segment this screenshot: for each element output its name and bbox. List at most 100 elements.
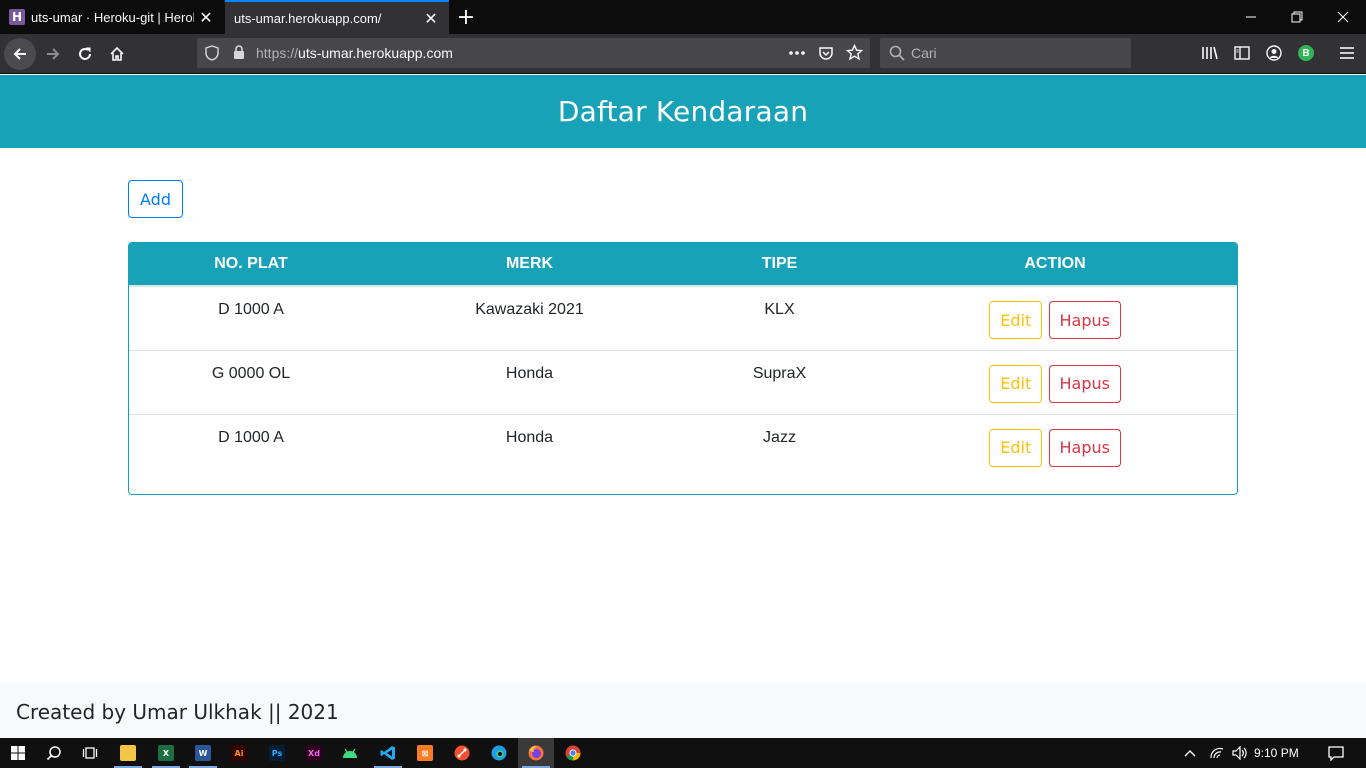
chevron-up-icon	[1184, 750, 1196, 757]
firefox-icon	[528, 745, 544, 761]
delete-button[interactable]: Hapus	[1048, 301, 1121, 339]
heroku-icon: H	[9, 9, 25, 25]
taskbar-app-xampp[interactable]: ⊠	[407, 738, 443, 768]
arrow-right-icon	[47, 48, 60, 60]
close-icon	[1337, 11, 1349, 23]
edit-button[interactable]: Edit	[989, 301, 1043, 339]
navigation-toolbar: https://uts-umar.herokuapp.com Cari B	[0, 34, 1366, 74]
tipe-cell: KLX	[764, 301, 795, 318]
minimize-icon	[1246, 16, 1256, 18]
taskbar-app-edge[interactable]	[481, 738, 517, 768]
account-icon	[1266, 45, 1282, 61]
reload-button[interactable]	[69, 38, 101, 70]
sidebar-button[interactable]	[1231, 42, 1253, 64]
plat-cell: D 1000 A	[218, 428, 284, 446]
merk-cell: Honda	[505, 428, 554, 446]
action-cell: Edit Hapus	[873, 350, 1237, 414]
start-button[interactable]	[0, 738, 36, 768]
search-bar[interactable]: Cari	[880, 38, 1131, 68]
show-hidden-icons-button[interactable]	[1176, 738, 1204, 768]
illustrator-icon: Ai	[231, 745, 247, 761]
network-button[interactable]	[1204, 738, 1230, 768]
shield-icon[interactable]	[205, 45, 219, 61]
url-bar[interactable]: https://uts-umar.herokuapp.com	[197, 38, 870, 68]
arrow-left-icon	[13, 48, 26, 60]
taskbar-app-illustrator[interactable]: Ai	[221, 738, 257, 768]
action-center-button[interactable]	[1318, 738, 1354, 768]
profile-avatar-icon: B	[1298, 45, 1314, 61]
table-row: D 1000 A Kawazaki 2021 KLX Edit Hapus	[129, 286, 1237, 350]
url-text: https://uts-umar.herokuapp.com	[256, 45, 453, 61]
page-header: Daftar Kendaraan	[0, 75, 1366, 148]
edit-button[interactable]: Edit	[989, 364, 1043, 403]
footer-text: Created by Umar Ulkhak || 2021	[16, 700, 339, 724]
profile-extension-button[interactable]: B	[1295, 42, 1317, 64]
taskbar-clock[interactable]: 9:10 PM	[1254, 746, 1299, 760]
close-tab-icon[interactable]: ✕	[419, 6, 443, 30]
android-icon	[343, 748, 357, 758]
taskbar-app-chrome[interactable]	[555, 738, 591, 768]
wifi-icon	[1210, 747, 1224, 759]
account-button[interactable]	[1263, 42, 1285, 64]
tab-heroku[interactable]: H uts-umar · Heroku-git | Heroku ✕	[0, 0, 224, 34]
vscode-icon	[380, 746, 395, 760]
plat-cell: G 0000 OL	[211, 364, 291, 382]
bookmark-star-icon[interactable]	[846, 44, 863, 61]
git-icon	[454, 745, 470, 761]
close-window-button[interactable]	[1320, 0, 1366, 34]
restore-button[interactable]	[1274, 0, 1320, 34]
taskbar-search-button[interactable]	[36, 738, 72, 768]
photoshop-icon: Ps	[269, 745, 285, 761]
library-icon	[1202, 46, 1218, 60]
search-icon	[46, 746, 61, 761]
taskbar-app-firefox[interactable]	[518, 738, 554, 768]
lock-icon[interactable]	[233, 45, 245, 60]
taskbar-app-vscode[interactable]	[370, 738, 406, 768]
merk-cell: Kawazaki 2021	[475, 301, 584, 318]
table-row: G 0000 OL Honda SupraX Edit Hapus	[129, 350, 1237, 414]
minimize-button[interactable]	[1228, 0, 1274, 34]
notification-icon	[1328, 746, 1344, 761]
forward-button[interactable]	[37, 38, 69, 70]
tab-app[interactable]: uts-umar.herokuapp.com/ ✕	[225, 0, 449, 34]
restore-icon	[1291, 11, 1303, 23]
menu-button[interactable]	[1336, 42, 1358, 64]
more-actions-icon[interactable]	[789, 50, 805, 56]
library-button[interactable]	[1199, 42, 1221, 64]
close-tab-icon[interactable]: ✕	[194, 5, 218, 29]
xampp-icon: ⊠	[417, 745, 433, 761]
edge-icon	[491, 745, 507, 761]
volume-button[interactable]	[1228, 738, 1252, 768]
task-view-icon	[82, 747, 98, 759]
taskbar-app-word[interactable]: W	[185, 738, 221, 768]
taskbar-app-file-explorer[interactable]	[110, 738, 146, 768]
column-header-plat: NO. PLAT	[129, 243, 373, 287]
column-header-merk: MERK	[373, 243, 686, 287]
taskbar-app-excel[interactable]: X	[148, 738, 184, 768]
windows-logo-icon	[11, 746, 25, 760]
chrome-icon	[565, 745, 581, 761]
tipe-cell: SupraX	[752, 364, 807, 382]
vehicle-table: NO. PLAT MERK TIPE ACTION D 1000 A Kawaz…	[128, 242, 1238, 495]
table-header-row: NO. PLAT MERK TIPE ACTION	[129, 243, 1237, 287]
taskbar-app-photoshop[interactable]: Ps	[259, 738, 295, 768]
page-title: Daftar Kendaraan	[557, 95, 809, 128]
folder-icon	[120, 745, 136, 761]
taskbar-app-git[interactable]	[444, 738, 480, 768]
taskbar-app-android-studio[interactable]	[332, 738, 368, 768]
delete-button[interactable]: Hapus	[1048, 364, 1121, 403]
tab-title: uts-umar.herokuapp.com/	[234, 10, 382, 26]
add-button[interactable]: Add	[128, 180, 183, 218]
back-button[interactable]	[4, 38, 36, 70]
task-view-button[interactable]	[72, 738, 108, 768]
tab-title: uts-umar · Heroku-git | Heroku	[31, 9, 194, 25]
tipe-cell: Jazz	[763, 428, 796, 446]
new-tab-button[interactable]: +	[452, 4, 480, 30]
speaker-icon	[1232, 746, 1247, 760]
taskbar-app-xd[interactable]: Xd	[296, 738, 332, 768]
edit-button[interactable]: Edit	[989, 428, 1043, 467]
pocket-icon[interactable]	[818, 45, 834, 61]
home-button[interactable]	[101, 38, 133, 70]
excel-icon: X	[158, 745, 174, 761]
delete-button[interactable]: Hapus	[1048, 428, 1121, 467]
